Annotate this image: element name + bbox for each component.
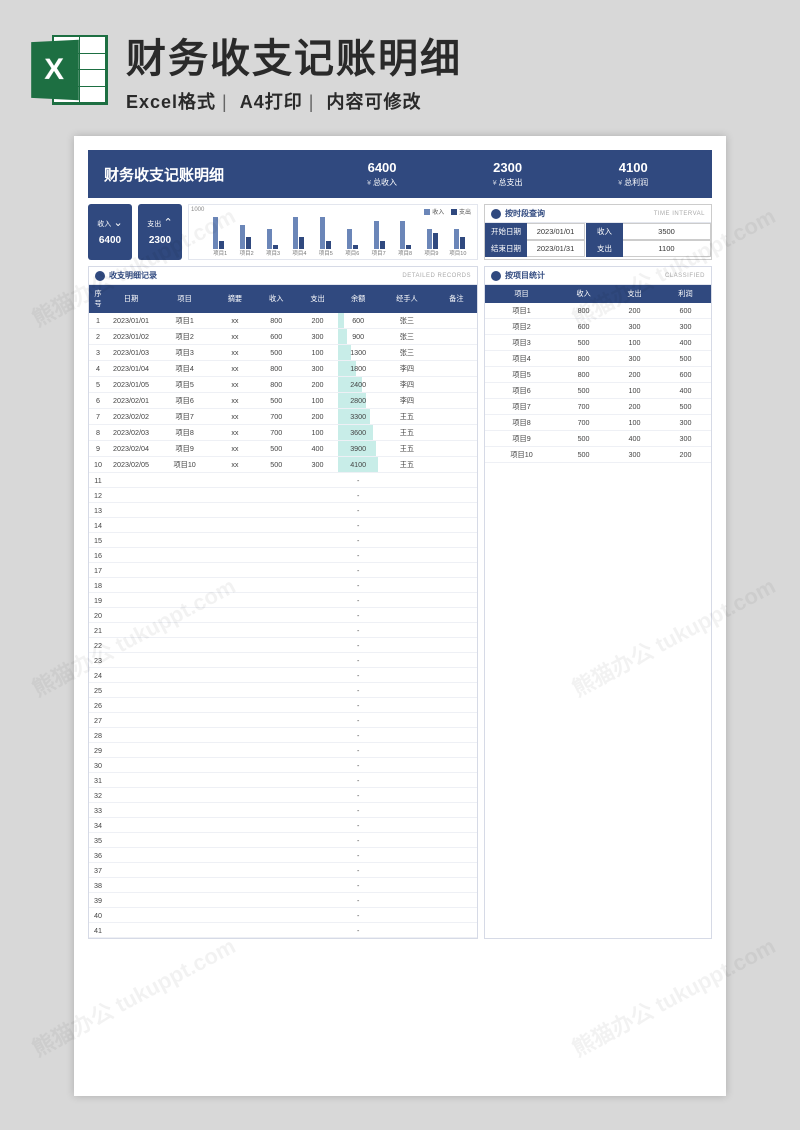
table-row[interactable]: 21- [89,623,477,638]
table-row: 项目10500300200 [485,447,711,463]
table-row[interactable]: 26- [89,698,477,713]
table-row: 项目9500400300 [485,431,711,447]
table-row[interactable]: 11- [89,473,477,488]
time-query-header: 按时段查询 TIME INTERVAL [485,205,711,223]
table-row[interactable]: 20- [89,608,477,623]
chevron-up-icon: ⌃ [164,217,173,229]
query-row-start: 开始日期 2023/01/01 收入 3500 [485,223,711,240]
excel-x-letter: X [31,40,79,101]
table-row[interactable]: 23- [89,653,477,668]
table-row: 项目1800200600 [485,303,711,319]
end-date-input[interactable]: 2023/01/31 [527,240,585,257]
detail-table: 序号日期项目摘要收入支出余额经手人备注 12023/01/01项目1xx8002… [89,285,477,938]
chart-legend: 收入 支出 [419,207,471,216]
table-row[interactable]: 12- [89,488,477,503]
table-row[interactable]: 30- [89,758,477,773]
project-stats-panel: 按项目统计 CLASSIFIED 项目收入支出利润 项目1800200600项目… [484,266,712,939]
query-expense-value: 1100 [623,240,711,257]
sub-format: Excel格式 [126,92,216,112]
table-row[interactable]: 39- [89,893,477,908]
table-row[interactable]: 34- [89,818,477,833]
stat-total-profit: 4100 总利润 [570,160,696,188]
table-row[interactable]: 24- [89,668,477,683]
table-row[interactable]: 17- [89,563,477,578]
banner: 财务收支记账明细 6400 总收入 2300 总支出 4100 总利润 [88,150,712,198]
table-row[interactable]: 16- [89,548,477,563]
legend-swatch-expense [451,209,457,215]
table-row: 项目4800300500 [485,351,711,367]
excel-icon: X [30,31,108,109]
query-income-value: 3500 [623,223,711,240]
table-row: 项目3500100400 [485,335,711,351]
chart-ymax: 1000 [191,207,204,213]
table-row[interactable]: 22- [89,638,477,653]
table-row[interactable]: 18- [89,578,477,593]
sheet: 财务收支记账明细 6400 总收入 2300 总支出 4100 总利润 收入 ⌄… [74,136,726,1096]
summary-cards: 收入 ⌄ 6400 支出 ⌃ 2300 [88,204,182,260]
table-row[interactable]: 15- [89,533,477,548]
table-row[interactable]: 29- [89,743,477,758]
chevron-down-icon: ⌄ [114,217,123,229]
table-row[interactable]: 32- [89,788,477,803]
header-title: 财务收支记账明细 [126,26,770,84]
table-row[interactable]: 42023/01/04项目4xx8003001800李四 [89,361,477,377]
table-row[interactable]: 52023/01/05项目5xx8002002400李四 [89,377,477,393]
table-row: 项目7700200500 [485,399,711,415]
query-row-end: 结束日期 2023/01/31 支出 1100 [485,240,711,257]
table-row[interactable]: 31- [89,773,477,788]
stat-total-income: 6400 总收入 [319,160,445,188]
table-row[interactable]: 41- [89,923,477,938]
table-row[interactable]: 27- [89,713,477,728]
card-expense: 支出 ⌃ 2300 [138,204,182,260]
page-header: X 财务收支记账明细 Excel格式| A4打印| 内容可修改 [0,0,800,130]
table-row[interactable]: 36- [89,848,477,863]
table-row[interactable]: 32023/01/03项目3xx5001001300张三 [89,345,477,361]
table-row: 项目2600300300 [485,319,711,335]
detail-records-panel: 收支明细记录 DETAILED RECORDS 序号日期项目摘要收入支出余额经手… [88,266,478,939]
table-row[interactable]: 12023/01/01项目1xx800200600张三 [89,313,477,329]
table-row[interactable]: 38- [89,878,477,893]
table-row: 项目8700100300 [485,415,711,431]
table-row[interactable]: 82023/02/03项目8xx7001003600王五 [89,425,477,441]
banner-title: 财务收支记账明细 [104,164,319,185]
table-row[interactable]: 28- [89,728,477,743]
header-subtitle: Excel格式| A4打印| 内容可修改 [126,88,770,114]
header-titles: 财务收支记账明细 Excel格式| A4打印| 内容可修改 [126,26,770,114]
legend-swatch-income [424,209,430,215]
table-row[interactable]: 33- [89,803,477,818]
table-row[interactable]: 25- [89,683,477,698]
table-row[interactable]: 37- [89,863,477,878]
stat-total-expense: 2300 总支出 [445,160,571,188]
card-income: 收入 ⌄ 6400 [88,204,132,260]
table-row[interactable]: 19- [89,593,477,608]
table-row: 项目6500100400 [485,383,711,399]
project-stats-header: 按项目统计 CLASSIFIED [485,267,711,285]
detail-header: 收支明细记录 DETAILED RECORDS [89,267,477,285]
bar-chart: 1000 收入 支出 项目1项目2项目3项目4项目5项目6项目7项目8项目9项目… [188,204,478,260]
table-row[interactable]: 92023/02/04项目9xx5004003900王五 [89,441,477,457]
project-stats-table: 项目收入支出利润 项目1800200600项目2600300300项目35001… [485,285,711,463]
table-row[interactable]: 22023/01/02项目2xx600300900张三 [89,329,477,345]
table-row[interactable]: 13- [89,503,477,518]
table-row[interactable]: 72023/02/02项目7xx7002003300王五 [89,409,477,425]
start-date-input[interactable]: 2023/01/01 [527,223,585,240]
table-row: 项目5800200600 [485,367,711,383]
table-row[interactable]: 62023/02/01项目6xx5001002800李四 [89,393,477,409]
table-row[interactable]: 35- [89,833,477,848]
time-query-panel: 按时段查询 TIME INTERVAL 开始日期 2023/01/01 收入 3… [484,204,712,260]
table-row[interactable]: 14- [89,518,477,533]
sub-print: A4打印 [240,92,303,112]
table-row[interactable]: 102023/02/05项目10xx5003004100王五 [89,457,477,473]
sub-editable: 内容可修改 [326,92,421,112]
table-row[interactable]: 40- [89,908,477,923]
